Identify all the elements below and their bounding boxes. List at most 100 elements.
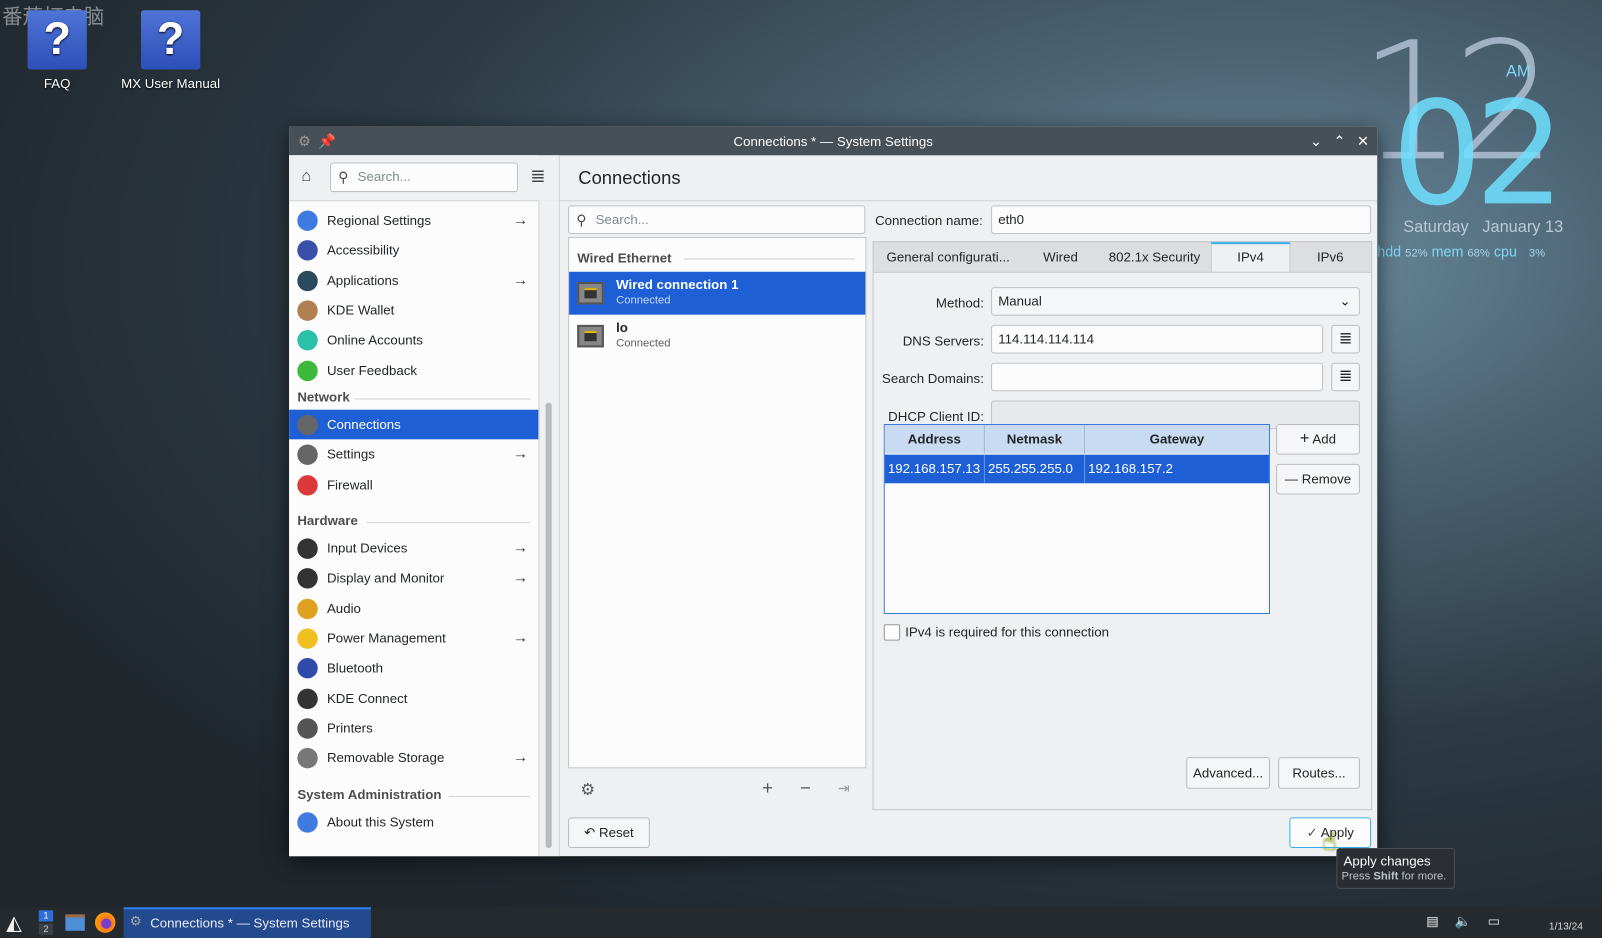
sidebar-item-firewall[interactable]: Firewall <box>289 470 538 500</box>
category-label: Network <box>297 389 350 405</box>
ethernet-icon <box>577 324 604 348</box>
file-manager-icon[interactable] <box>65 914 85 931</box>
sidebar-search-input[interactable]: ⚲ Search... <box>330 162 519 193</box>
advanced-button[interactable]: Advanced... <box>1186 757 1270 789</box>
divider <box>448 795 531 797</box>
remove-connection-icon[interactable]: − <box>800 778 811 799</box>
tab-ipv4[interactable]: IPv4 <box>1210 242 1291 273</box>
mx-menu-icon[interactable]: ◭ <box>6 910 22 936</box>
user-feedback-icon <box>297 360 318 381</box>
connection-item[interactable]: Wired connection 1 Connected <box>569 271 866 315</box>
dns-edit-list-button[interactable]: ≣ <box>1331 324 1360 354</box>
sidebar-item-printers[interactable]: Printers <box>289 713 538 743</box>
sidebar-item-removable-storage[interactable]: Removable Storage → <box>289 743 538 773</box>
task-label: Connections * — System Settings <box>150 915 350 931</box>
desktop-icon-manual[interactable]: ? MX User Manual <box>120 10 222 91</box>
remove-address-button[interactable]: — Remove <box>1276 463 1360 495</box>
check-icon: ✓ <box>1306 824 1318 840</box>
gear-icon: ⚙ <box>129 913 142 929</box>
tab-bar: General configurati... Wired 802.1x Secu… <box>872 241 1373 273</box>
desktop: 番茄打电脑 ?FAQ ?MX User Manual 12 02 AM Satu… <box>0 0 1602 938</box>
cpu-value: 3% <box>1528 247 1546 260</box>
connection-name-input[interactable]: eth0 <box>991 205 1372 234</box>
firewall-icon <box>297 474 318 496</box>
pager-desktop-1[interactable]: 1 <box>38 910 54 922</box>
home-icon[interactable]: ⌂ <box>301 168 311 186</box>
column-header-gateway[interactable]: Gateway <box>1085 425 1269 454</box>
cell-address[interactable]: 192.168.157.13 <box>884 454 985 484</box>
sidebar-item-display-and-monitor[interactable]: Display and Monitor → <box>289 563 538 593</box>
pager[interactable]: 1 2 <box>38 910 54 935</box>
accessibility-icon <box>297 240 318 261</box>
sidebar-item-label: Regional Settings <box>326 212 432 228</box>
sidebar-item-kde-connect[interactable]: KDE Connect <box>289 683 538 713</box>
tab-wired[interactable]: Wired <box>1023 242 1099 273</box>
sidebar-item-kde-wallet[interactable]: KDE Wallet <box>289 295 538 325</box>
sidebar-item-settings[interactable]: Settings → <box>289 440 538 470</box>
tray-date: 1/13/24 <box>1548 921 1583 933</box>
sidebar-scrollbar[interactable] <box>538 200 560 857</box>
search-domains-edit-list-button[interactable]: ≣ <box>1331 362 1360 392</box>
online-accounts-icon <box>297 330 318 351</box>
sidebar-item-input-devices[interactable]: Input Devices → <box>289 533 538 563</box>
firefox-icon[interactable] <box>95 912 116 933</box>
sidebar-item-about-this-system[interactable]: About this System <box>289 807 538 837</box>
sidebar-item-regional-settings[interactable]: Regional Settings → <box>289 205 538 235</box>
column-header-address[interactable]: Address <box>884 425 985 454</box>
sidebar-item-label: KDE Wallet <box>326 302 395 318</box>
cell-gateway[interactable]: 192.168.157.2 <box>1085 454 1269 484</box>
tab-ipv6[interactable]: IPv6 <box>1290 242 1370 273</box>
cell-netmask[interactable]: 255.255.255.0 <box>984 454 1086 484</box>
list-icon: ≣ <box>1338 330 1353 348</box>
column-header-netmask[interactable]: Netmask <box>984 425 1086 454</box>
plus-icon: + <box>1299 430 1310 448</box>
sidebar-item-power-management[interactable]: Power Management → <box>289 623 538 653</box>
sidebar-item-bluetooth[interactable]: Bluetooth <box>289 653 538 683</box>
power-management-icon <box>297 628 318 649</box>
title-bar[interactable]: ⚙ 📌 Connections * — System Settings ⌄ ⌃ … <box>289 126 1378 156</box>
method-select[interactable]: Manual ⌄ <box>991 287 1360 316</box>
connection-item[interactable]: lo Connected <box>569 315 865 358</box>
search-domains-input[interactable] <box>991 362 1324 392</box>
search-placeholder: Search... <box>357 168 411 184</box>
close-button[interactable]: ✕ <box>1354 132 1372 150</box>
tab-8021x[interactable]: 802.1x Security <box>1098 242 1210 273</box>
task-system-settings[interactable]: ⚙ Connections * — System Settings <box>123 907 371 938</box>
add-connection-icon[interactable]: + <box>762 778 773 799</box>
hdd-label: hdd <box>1377 243 1402 260</box>
tab-general[interactable]: General configurati... <box>874 242 1023 273</box>
connection-name: Wired connection 1 <box>616 276 739 293</box>
add-address-button[interactable]: + Add <box>1276 424 1360 455</box>
clipboard-icon[interactable]: ▤ <box>1426 913 1439 929</box>
scrollbar-thumb[interactable] <box>545 402 552 849</box>
search-icon: ⚲ <box>576 211 587 228</box>
volume-icon[interactable]: 🔈 <box>1455 913 1472 929</box>
ipv4-panel: Method: Manual ⌄ DNS Servers: 114.114.114… <box>872 271 1373 811</box>
ipv4-required-checkbox[interactable] <box>883 624 901 641</box>
network-icon[interactable]: ▭ <box>1488 913 1501 929</box>
arrow-right-icon: → <box>512 271 529 289</box>
tooltip-title: Apply changes <box>1343 853 1431 869</box>
maximize-button[interactable]: ⌃ <box>1330 132 1348 150</box>
sidebar-item-user-feedback[interactable]: User Feedback <box>289 355 538 385</box>
hamburger-menu-icon[interactable]: ≣ <box>530 166 545 187</box>
clock-minute: 02 <box>1391 71 1566 239</box>
minus-icon: — <box>1284 471 1299 487</box>
pager-desktop-2[interactable]: 2 <box>38 923 54 935</box>
desktop-icon-faq[interactable]: ? FAQ <box>6 10 108 91</box>
export-icon[interactable]: ⇥ <box>838 780 850 797</box>
dns-input[interactable]: 114.114.114.114 <box>991 324 1324 354</box>
sidebar-item-online-accounts[interactable]: Online Accounts <box>289 325 538 355</box>
reset-button[interactable]: ↶ Reset <box>568 817 650 849</box>
sidebar-item-connections[interactable]: Connections <box>289 409 539 440</box>
minimize-button[interactable]: ⌄ <box>1307 132 1325 150</box>
sidebar-item-accessibility[interactable]: Accessibility <box>289 235 538 265</box>
ipv4-required-label: IPv4 is required for this connection <box>905 624 1109 640</box>
undo-icon: ↶ <box>584 824 596 840</box>
sidebar-item-label: Removable Storage <box>326 750 445 766</box>
sidebar-item-applications[interactable]: Applications → <box>289 265 538 295</box>
sidebar-item-audio[interactable]: Audio <box>289 593 538 623</box>
routes-button[interactable]: Routes... <box>1278 757 1360 789</box>
gear-icon[interactable]: ⚙ <box>580 780 595 800</box>
sidebar-item-label: KDE Connect <box>326 690 408 706</box>
